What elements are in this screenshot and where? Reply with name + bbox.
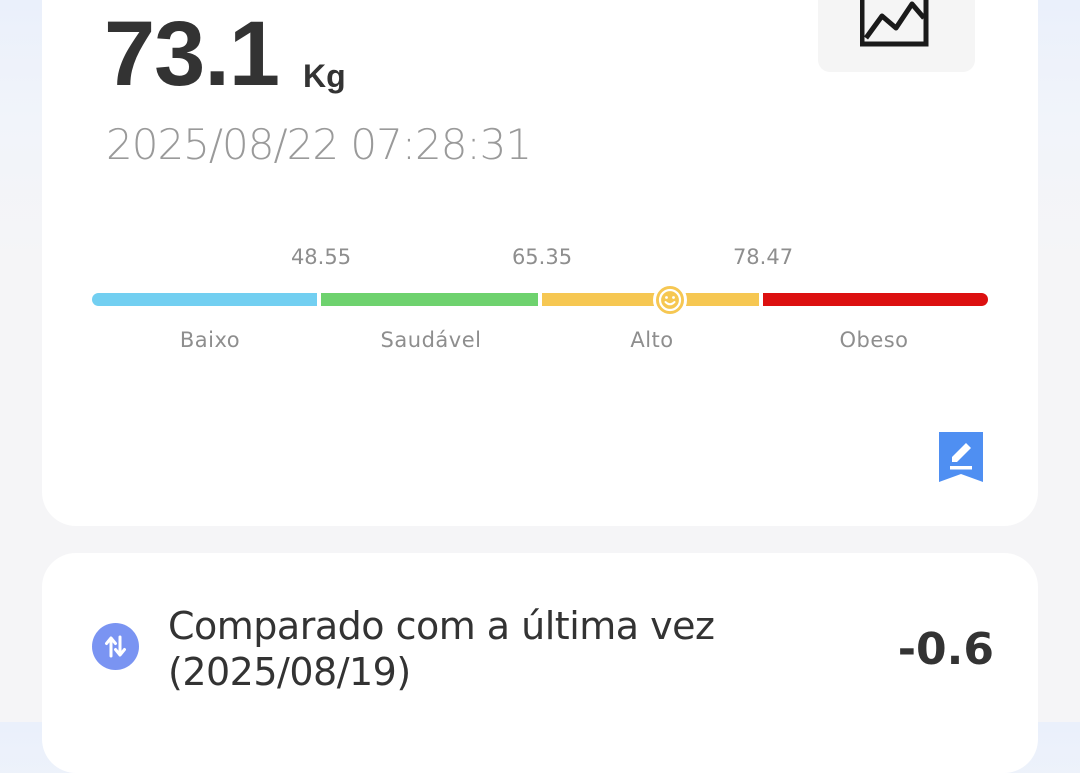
comparison-date: (2025/08/19)	[168, 650, 411, 694]
edit-button[interactable]	[939, 432, 983, 482]
category-label-low: Baixo	[179, 328, 241, 352]
scale-segment-obese	[763, 293, 988, 306]
category-label-high: Alto	[630, 328, 674, 352]
comparison-label: Comparado com a última vez (2025/08/19)	[168, 603, 788, 695]
weight-value: 73.1	[104, 3, 280, 105]
smiley-face-icon	[658, 288, 682, 312]
compare-arrows-icon	[105, 635, 126, 658]
scale-segment-high	[542, 293, 759, 306]
current-weight-marker	[653, 283, 687, 317]
trend-chart-icon	[860, 0, 929, 47]
category-label-healthy: Saudável	[380, 328, 482, 352]
edit-pencil-icon	[939, 432, 983, 482]
trend-chart-button[interactable]	[818, 0, 975, 72]
threshold-value: 48.55	[290, 245, 352, 269]
threshold-value: 65.35	[511, 245, 573, 269]
measurement-datetime: 2025/08/22 07:28:31	[106, 120, 532, 169]
scale-segment-healthy	[321, 293, 538, 306]
comparison-value: -0.6	[897, 624, 994, 675]
threshold-value: 78.47	[732, 245, 794, 269]
compare-badge	[92, 623, 139, 670]
weight-unit: Kg	[303, 58, 346, 94]
category-label-obese: Obeso	[839, 328, 909, 352]
comparison-title: Comparado com a última vez	[168, 604, 715, 648]
scale-segment-low	[92, 293, 317, 306]
